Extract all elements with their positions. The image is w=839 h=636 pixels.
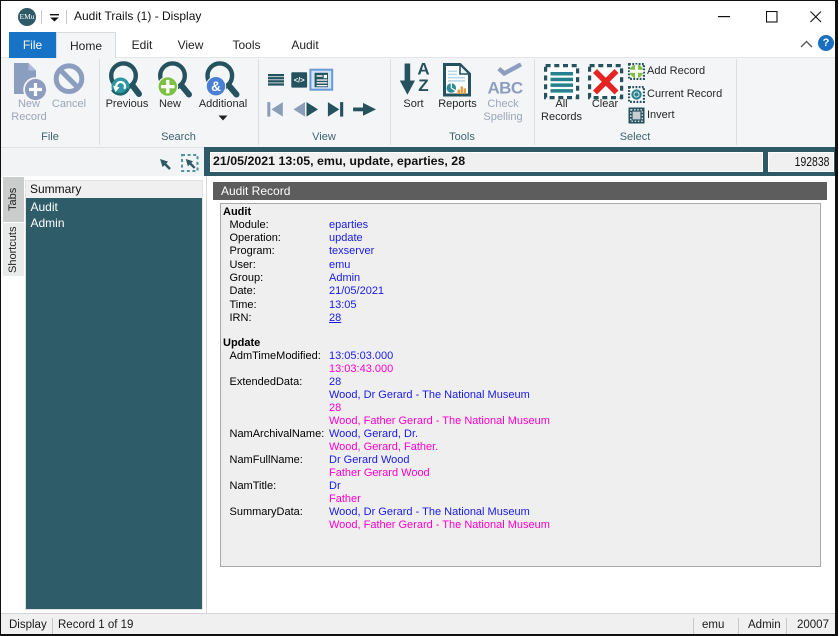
svg-text:</>: </> (294, 76, 305, 85)
svg-text:ABC: ABC (488, 79, 523, 95)
svg-text:&: & (211, 79, 221, 94)
svg-text:Z: Z (418, 76, 428, 95)
